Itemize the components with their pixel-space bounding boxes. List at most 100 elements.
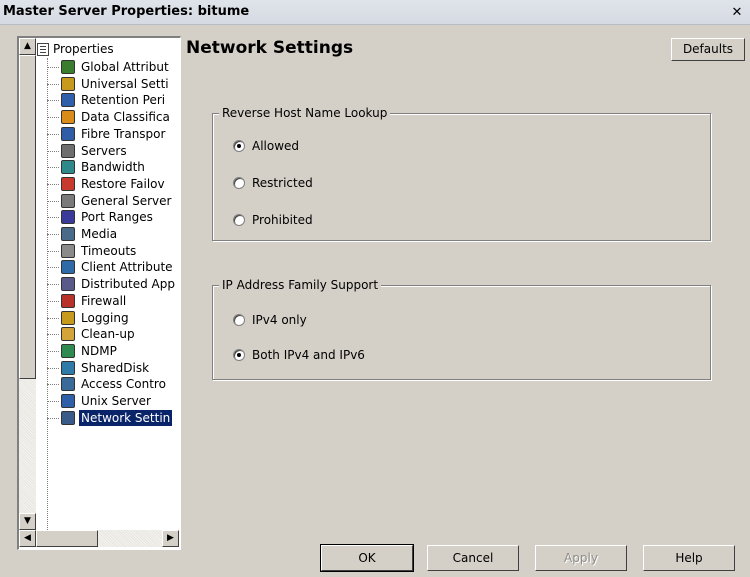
radio-label-allowed: Allowed bbox=[252, 139, 300, 153]
tree-item-label: Timeouts bbox=[81, 244, 137, 258]
shared-disk-icon bbox=[61, 361, 75, 375]
tree-horizontal-scrollbar[interactable]: ◀ ▶ bbox=[19, 530, 179, 547]
tree-connector bbox=[47, 201, 59, 202]
scroll-right-button[interactable]: ▶ bbox=[162, 530, 179, 547]
window-title: Master Server Properties: bitume bbox=[3, 4, 250, 19]
ok-button[interactable]: OK bbox=[320, 544, 414, 572]
tree-item-label: Access Contro bbox=[81, 377, 166, 391]
calendar-icon bbox=[61, 93, 75, 107]
tree-item-label: Distributed App bbox=[81, 277, 175, 291]
monitor-icon bbox=[61, 127, 75, 141]
tree-item-label: Client Attribute bbox=[81, 260, 173, 274]
radio-button[interactable] bbox=[233, 214, 245, 226]
tree-item-label: Universal Setti bbox=[81, 77, 169, 91]
tree-item-label: General Server bbox=[81, 194, 172, 208]
tree-connector bbox=[47, 418, 59, 419]
radio-button[interactable] bbox=[233, 177, 245, 189]
tree-item-label: Media bbox=[81, 227, 118, 241]
classification-icon bbox=[61, 110, 75, 124]
tree-item-label: Firewall bbox=[81, 294, 127, 308]
tree-connector bbox=[47, 401, 59, 402]
tree-vertical-scrollbar[interactable]: ▲ ▼ bbox=[19, 38, 36, 530]
tree-connector bbox=[47, 117, 59, 118]
client-icon bbox=[61, 260, 75, 274]
network-icon bbox=[61, 411, 75, 425]
radio-button[interactable] bbox=[233, 140, 245, 152]
scroll-up-button[interactable]: ▲ bbox=[19, 38, 36, 55]
cancel-button[interactable]: Cancel bbox=[427, 545, 519, 571]
tree-item-label: Port Ranges bbox=[81, 210, 153, 224]
tree-item-label: NDMP bbox=[81, 344, 117, 358]
tree-item-label: Servers bbox=[81, 144, 127, 158]
restore-icon bbox=[61, 177, 75, 191]
distributed-icon bbox=[61, 277, 75, 291]
apply-button[interactable]: Apply bbox=[535, 545, 627, 571]
globe-icon bbox=[61, 60, 75, 74]
tree-connector bbox=[47, 151, 59, 152]
tree-item-label: Restore Failov bbox=[81, 177, 165, 191]
tree-item-label: Retention Peri bbox=[81, 93, 166, 107]
tree-connector bbox=[47, 334, 59, 335]
ndmp-icon bbox=[61, 344, 75, 358]
tree-connector bbox=[47, 217, 59, 218]
tree-connector bbox=[47, 284, 59, 285]
page-title: Network Settings bbox=[186, 38, 354, 58]
server-icon bbox=[61, 144, 75, 158]
radio-button[interactable] bbox=[233, 349, 245, 361]
close-button[interactable]: ✕ bbox=[727, 4, 747, 21]
radio-label-both: Both IPv4 and IPv6 bbox=[252, 348, 365, 362]
firewall-icon bbox=[61, 294, 75, 308]
scroll-thumb[interactable] bbox=[19, 55, 36, 379]
tree-connector bbox=[47, 318, 59, 319]
scroll-left-button[interactable]: ◀ bbox=[19, 530, 36, 547]
server-icon bbox=[61, 194, 75, 208]
tree-connector bbox=[47, 267, 59, 268]
log-icon bbox=[61, 311, 75, 325]
tree-connector bbox=[47, 368, 59, 369]
clock-icon bbox=[61, 244, 75, 258]
tree-connector bbox=[47, 184, 59, 185]
tree-item-label: Logging bbox=[81, 311, 129, 325]
tree-connector bbox=[47, 234, 59, 235]
tree-item-label: Unix Server bbox=[81, 394, 151, 408]
tree-connector bbox=[47, 67, 59, 68]
cleanup-icon bbox=[61, 327, 75, 341]
tree-guide-line bbox=[47, 58, 48, 530]
tree-item-label: Clean-up bbox=[81, 327, 135, 341]
tree-connector bbox=[47, 84, 59, 85]
properties-dialog: Master Server Properties: bitume ✕ ▲ ▼ ◀… bbox=[0, 0, 750, 577]
horizontal-scroll-thumb[interactable] bbox=[36, 530, 98, 547]
tree-item-label: Data Classifica bbox=[81, 110, 170, 124]
defaults-button[interactable]: Defaults bbox=[671, 38, 745, 61]
reverse-lookup-group: Reverse Host Name Lookup Allowed Restric… bbox=[212, 105, 711, 241]
title-bar: Master Server Properties: bitume ✕ bbox=[0, 0, 750, 25]
reverse-lookup-title: Reverse Host Name Lookup bbox=[219, 105, 391, 121]
properties-tree[interactable]: ▲ ▼ ◀ ▶ Properties Global Attribut Univer… bbox=[17, 36, 181, 550]
tree-connector bbox=[47, 384, 59, 385]
tree-connector bbox=[47, 251, 59, 252]
tree-item-label: Fibre Transpor bbox=[81, 127, 166, 141]
tree-connector bbox=[47, 351, 59, 352]
tree-item-label: Bandwidth bbox=[81, 160, 145, 174]
list-icon bbox=[37, 43, 49, 56]
help-button[interactable]: Help bbox=[643, 545, 735, 571]
radio-button[interactable] bbox=[233, 314, 245, 326]
bandwidth-icon bbox=[61, 160, 75, 174]
tree-item-label: SharedDisk bbox=[81, 361, 150, 375]
tree-item-label: Global Attribut bbox=[81, 60, 169, 74]
tree-connector bbox=[47, 134, 59, 135]
radio-label-restricted: Restricted bbox=[252, 176, 313, 190]
media-icon bbox=[61, 227, 75, 241]
ip-family-title: IP Address Family Support bbox=[219, 277, 382, 293]
ip-family-group: IP Address Family Support IPv4 only Both… bbox=[212, 277, 711, 380]
unix-server-icon bbox=[61, 394, 75, 408]
tree-item-label: Network Settin bbox=[77, 409, 174, 427]
scroll-down-button[interactable]: ▼ bbox=[19, 513, 36, 530]
tree-connector bbox=[47, 100, 59, 101]
port-icon bbox=[61, 210, 75, 224]
tree-root-properties[interactable]: Properties bbox=[37, 42, 114, 58]
gear-icon bbox=[61, 77, 75, 91]
tree-root-label: Properties bbox=[53, 42, 114, 56]
tree-connector bbox=[47, 301, 59, 302]
radio-label-prohibited: Prohibited bbox=[252, 213, 313, 227]
